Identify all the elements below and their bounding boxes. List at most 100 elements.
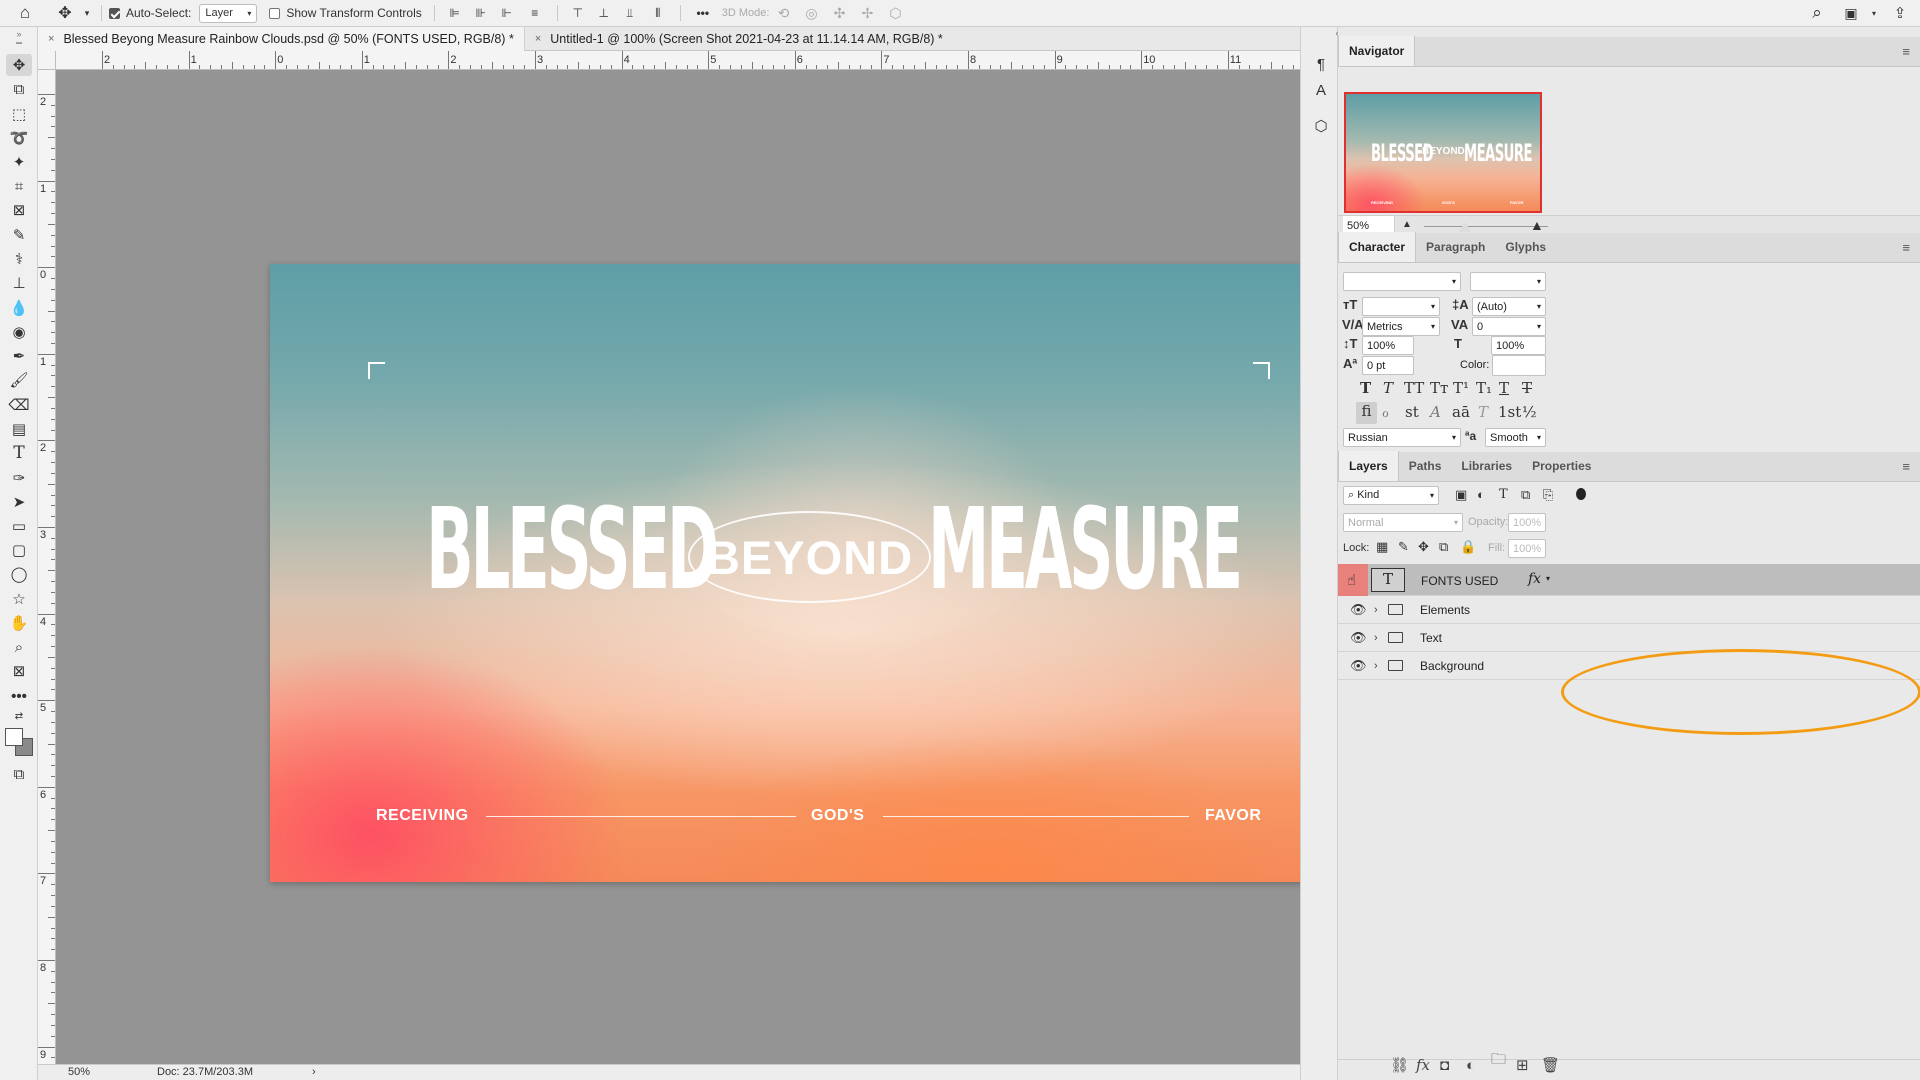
layer-name[interactable]: Text — [1420, 631, 1442, 645]
shape-filter-icon[interactable]: ⧉ — [1521, 487, 1530, 503]
vertical-ruler[interactable]: 2 1 0 1 2 3 4 5 6 7 8 9 — [38, 70, 56, 1064]
tab-document-2[interactable]: × Untitled-1 @ 100% (Screen Shot 2021-04… — [525, 27, 953, 51]
artboard-canvas[interactable]: BLESSED BEYOND MEASURE RECEIVING GOD'S F… — [270, 264, 1368, 882]
stylistic-alternates-button[interactable]: st — [1405, 403, 1419, 421]
tab-glyphs[interactable]: Glyphs — [1495, 232, 1556, 262]
3d-panel-icon[interactable]: ⬡ — [1310, 115, 1332, 137]
collapse-toolbar-icon[interactable]: » — [6, 29, 32, 39]
character-panel-icon[interactable]: A — [1310, 79, 1332, 101]
zoom-slider-thumb[interactable] — [1459, 222, 1471, 232]
pixel-filter-icon[interactable]: ▣ — [1455, 487, 1467, 503]
3d-scale-icon[interactable]: ⬡ — [881, 0, 909, 27]
layer-row-elements[interactable]: 👁 › Elements — [1338, 596, 1920, 624]
antialias-dropdown[interactable]: Smooth ▾ — [1485, 428, 1546, 447]
home-icon[interactable]: ⌂ — [0, 0, 50, 27]
language-dropdown[interactable]: Russian ▾ — [1343, 428, 1461, 447]
hand-tool-icon[interactable]: ✋ — [6, 612, 32, 634]
tab-paths[interactable]: Paths — [1399, 451, 1452, 481]
smart-object-filter-icon[interactable]: ⎘ — [1543, 487, 1553, 503]
frame-select-tool-icon[interactable]: ⊠ — [6, 660, 32, 682]
lock-position-icon[interactable]: ✥ — [1418, 539, 1429, 555]
eye-icon[interactable]: 👁 — [1350, 630, 1367, 646]
align-left-icon[interactable]: ⊫ — [442, 0, 468, 27]
ligatures-button[interactable]: ﬁ — [1356, 402, 1377, 424]
effects-expand-icon[interactable]: ▾ — [1546, 574, 1550, 583]
swash-button[interactable]: A — [1430, 403, 1441, 421]
brush-tool-icon[interactable]: 🖌 — [6, 369, 32, 391]
small-caps-button[interactable]: Tт — [1430, 379, 1448, 397]
font-family-dropdown[interactable]: ▾ — [1343, 272, 1461, 291]
show-transform-checkbox[interactable]: Show Transform Controls — [269, 0, 422, 27]
marquee-tool-icon[interactable]: ⬚ — [6, 103, 32, 125]
screen-mode-icon[interactable]: ⧉ — [6, 763, 32, 785]
pen-tool-icon[interactable]: ✑ — [6, 467, 32, 489]
move-tool-icon[interactable]: ✥ — [6, 54, 32, 76]
swap-colors-icon[interactable]: ⇄ — [6, 709, 32, 723]
distribute-v-icon[interactable]: ⦀ — [643, 0, 673, 27]
fill-field[interactable]: 100% — [1508, 539, 1546, 558]
filter-toggle-icon[interactable] — [1576, 488, 1586, 500]
chevron-right-icon[interactable]: › — [1374, 632, 1378, 644]
navigator-menu-icon[interactable]: ≡ — [1902, 44, 1910, 59]
superscript-button[interactable]: T¹ — [1453, 379, 1469, 397]
chevron-right-icon[interactable]: › — [1374, 660, 1378, 672]
tab-navigator[interactable]: Navigator — [1338, 36, 1416, 66]
layer-effects-icon[interactable]: fx — [1528, 571, 1541, 587]
eyedropper-tool-icon[interactable]: ✎ — [6, 224, 32, 246]
lock-artboard-icon[interactable]: ⧉ — [1439, 539, 1448, 555]
ordinals-italic-button[interactable]: T — [1478, 403, 1488, 421]
3d-roll-icon[interactable]: ◎ — [797, 0, 825, 27]
toolbar-grip[interactable]: ▬ — [6, 40, 32, 46]
delete-layer-icon[interactable]: 🗑 — [1541, 1056, 1560, 1074]
tracking-field[interactable]: 0 ▾ — [1472, 317, 1546, 336]
type-filter-icon[interactable]: T — [1499, 487, 1508, 502]
custom-shape-tool-icon[interactable]: ☆ — [6, 588, 32, 610]
kerning-field[interactable]: Metrics ▾ — [1362, 317, 1440, 336]
tab-layers[interactable]: Layers — [1338, 451, 1399, 481]
stamp-tool-icon[interactable]: ⊥ — [6, 272, 32, 294]
tool-preset-chevron-icon[interactable]: ▾ — [80, 0, 94, 27]
tab-properties[interactable]: Properties — [1522, 451, 1601, 481]
underline-button[interactable]: T — [1499, 379, 1509, 397]
blur-tool-icon[interactable]: 💧 — [6, 297, 32, 319]
path-selection-tool-icon[interactable]: ➤ — [6, 491, 32, 513]
gradient-tool-icon[interactable]: ▤ — [6, 418, 32, 440]
new-group-icon[interactable]: 🗀 — [1491, 1049, 1506, 1074]
baseline-shift-field[interactable]: 0 pt — [1362, 356, 1414, 375]
auto-select-checkbox[interactable]: Auto-Select: — [109, 0, 191, 27]
zoom-tool-icon[interactable]: ⌕ — [6, 636, 32, 658]
tab-document-1[interactable]: × Blessed Beyong Measure Rainbow Clouds.… — [38, 26, 525, 51]
crop-tool-icon[interactable]: ⌗ — [6, 175, 32, 197]
layer-name[interactable]: Elements — [1420, 603, 1470, 617]
horizontal-scale-field[interactable]: 100% — [1491, 336, 1546, 355]
type-tool-icon[interactable]: T — [6, 442, 32, 464]
align-right-icon[interactable]: ⊩ — [494, 0, 520, 27]
new-layer-icon[interactable]: ⊞ — [1516, 1056, 1529, 1074]
ordinals-button[interactable]: 1st — [1498, 403, 1521, 421]
lasso-tool-icon[interactable]: ➰ — [6, 127, 32, 149]
align-top-icon[interactable]: ⊤ — [565, 0, 591, 27]
status-zoom[interactable]: 50% — [68, 1066, 90, 1078]
faux-italic-button[interactable]: T — [1383, 379, 1393, 397]
layer-row-text[interactable]: 👁 › Text — [1338, 624, 1920, 652]
paragraph-panel-icon[interactable]: ¶ — [1310, 53, 1332, 75]
ellipse-tool-icon[interactable]: ◯ — [6, 563, 32, 585]
leading-field[interactable]: (Auto) ▾ — [1472, 297, 1546, 316]
zoom-in-icon[interactable]: ▲ — [1530, 217, 1544, 233]
eraser-tool-icon[interactable]: ⌫ — [6, 394, 32, 416]
navigator-preview[interactable]: BLESSED BEYOND MEASURE RECEIVING GOD'S F… — [1344, 92, 1542, 213]
artboard-tool-icon[interactable]: ⧉ — [6, 78, 32, 100]
tab-paragraph[interactable]: Paragraph — [1416, 232, 1495, 262]
align-center-h-icon[interactable]: ⊪ — [468, 0, 494, 27]
opacity-field[interactable]: 100% — [1508, 513, 1546, 532]
horizontal-ruler[interactable]: 210123456789101112131415 — [56, 51, 1300, 70]
layers-menu-icon[interactable]: ≡ — [1902, 459, 1910, 474]
font-style-dropdown[interactable]: ▾ — [1470, 272, 1546, 291]
more-options-icon[interactable]: ••• — [688, 0, 718, 27]
close-tab-icon[interactable]: × — [48, 33, 54, 45]
edit-toolbar-icon[interactable]: ••• — [6, 685, 32, 707]
tab-character[interactable]: Character — [1338, 232, 1417, 262]
rounded-rect-tool-icon[interactable]: ▢ — [6, 539, 32, 561]
fractions-button[interactable]: ½ — [1522, 403, 1537, 421]
eye-icon[interactable]: 👁 — [1350, 602, 1367, 618]
